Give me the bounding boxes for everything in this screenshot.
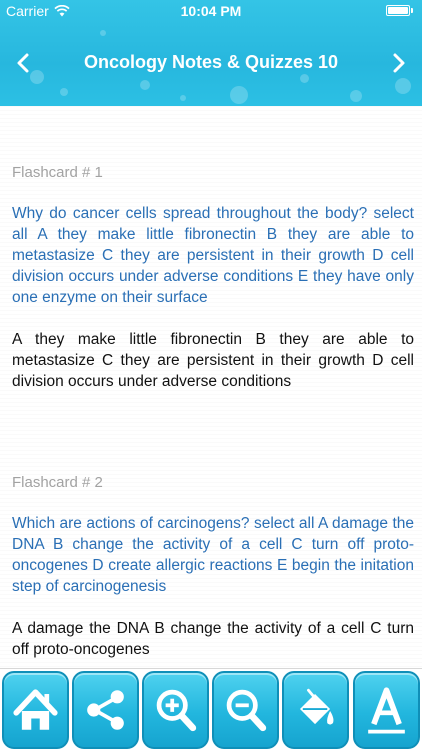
flashcard-label: Flashcard # 2: [12, 474, 103, 491]
back-button[interactable]: [8, 49, 38, 77]
paint-bucket-icon: [299, 688, 334, 725]
flashcard-answer: A they make little fibronectin B they ar…: [12, 331, 414, 390]
zoom-in-button[interactable]: [142, 671, 209, 749]
flashcard-label: Flashcard # 1: [12, 164, 103, 181]
font-icon: [368, 687, 405, 734]
decor-bubble: [100, 30, 106, 36]
home-icon: [13, 689, 58, 730]
decor-bubble: [140, 80, 150, 90]
home-button[interactable]: [2, 671, 69, 749]
decor-bubble: [300, 74, 309, 83]
flashcard-list[interactable]: Flashcard # 1 Why do cancer cells spread…: [0, 106, 422, 668]
zoom-out-icon: [226, 689, 267, 732]
decor-bubble: [395, 78, 411, 94]
decor-bubble: [60, 88, 68, 96]
share-button[interactable]: [72, 671, 139, 749]
share-icon: [87, 690, 124, 730]
status-time: 10:04 PM: [180, 3, 242, 19]
zoom-in-icon: [156, 689, 197, 732]
bottom-toolbar: [0, 668, 422, 750]
flashcard-1: Flashcard # 1 Why do cancer cells spread…: [12, 164, 414, 392]
decor-bubble: [180, 95, 186, 101]
page-title: Oncology Notes & Quizzes 10: [83, 52, 339, 72]
font-size-button[interactable]: [353, 671, 420, 749]
battery-icon: [386, 5, 413, 16]
zoom-out-button[interactable]: [212, 671, 279, 749]
theme-button[interactable]: [282, 671, 349, 749]
flashcard-question: Which are actions of carcinogens? select…: [12, 515, 414, 595]
chevron-left-icon: [17, 53, 29, 73]
forward-button[interactable]: [384, 49, 414, 77]
flashcard-2: Flashcard # 2 Which are actions of carci…: [12, 474, 414, 660]
decor-bubble: [350, 90, 362, 102]
flashcard-answer: A damage the DNA B change the activity o…: [12, 620, 414, 658]
chevron-right-icon: [393, 53, 405, 73]
nav-header: Carrier 10:04 PM Oncology Notes & Quizze…: [0, 0, 422, 106]
flashcard-question: Why do cancer cells spread throughout th…: [12, 205, 414, 306]
decor-bubble: [230, 86, 248, 104]
status-bar: Carrier 10:04 PM: [0, 0, 422, 22]
